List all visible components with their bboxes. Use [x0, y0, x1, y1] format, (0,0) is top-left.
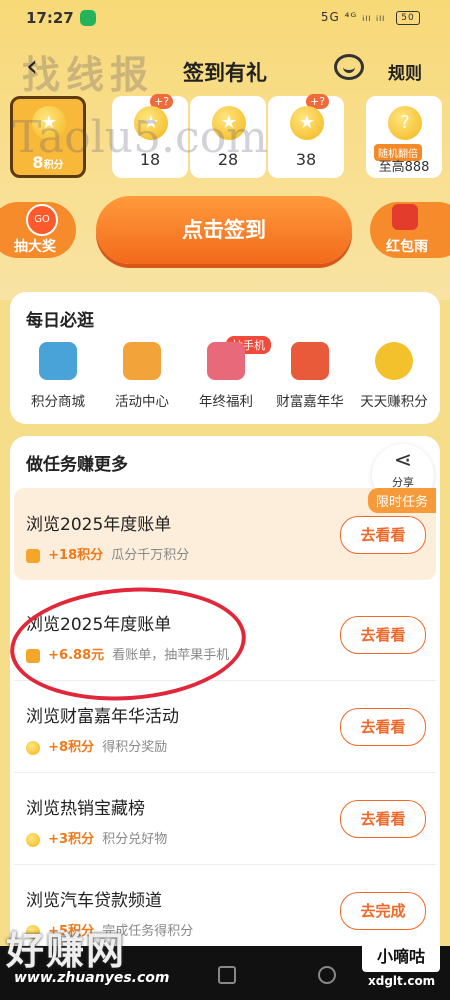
carnival-icon [291, 342, 329, 380]
daily-item-earn-points[interactable]: 天天赚积分 [352, 342, 436, 410]
task-card: 做任务赚更多 ⋖ 分享 限时任务 浏览2025年度账单 +18积分 瓜分千万积分… [10, 436, 440, 996]
mystery-coin-icon: ? [388, 106, 422, 140]
task-section-title: 做任务赚更多 [26, 455, 128, 475]
red-rain-button[interactable]: 红包雨 [370, 202, 450, 258]
lottery-button[interactable]: GO 抽大奖 [0, 202, 76, 258]
wechat-icon [80, 10, 96, 26]
watermark-middle: Taolu5.com [12, 112, 268, 163]
phone-icon [39, 342, 77, 380]
red-envelope-icon [392, 204, 418, 230]
task-go-button[interactable]: 去看看 [340, 800, 426, 838]
header: ‹ 签到有礼 规则 [0, 40, 450, 96]
battery-icon: 50 [396, 10, 420, 25]
page-title: 签到有礼 [183, 61, 267, 85]
rules-link[interactable]: 规则 [388, 59, 422, 84]
gift-icon [123, 342, 161, 380]
task-name: 浏览热销宝藏榜 [26, 799, 145, 819]
customer-service-icon[interactable] [334, 54, 364, 80]
task-go-button[interactable]: 去看看 [340, 616, 426, 654]
status-bar: 17:27 5G ⁴ᴳ ᵢₗₗ ᵢₗₗ 50 [0, 0, 450, 36]
coin-icon [375, 342, 413, 380]
action-row: GO 抽大奖 点击签到 红包雨 [0, 196, 450, 268]
watermark-bottom-right: 小嘀咕 [362, 942, 440, 972]
lottery-icon: GO [26, 204, 58, 236]
daily-item-label: 年终福利 [199, 394, 253, 410]
task-complete-button[interactable]: 去完成 [340, 892, 426, 930]
daily-item-label: 财富嘉年华 [276, 394, 344, 410]
coin-icon [26, 740, 40, 755]
limited-task-tag: 限时任务 [367, 488, 436, 513]
task-reward: +3积分 积分兑好物 [26, 828, 167, 847]
task-go-button[interactable]: 去看看 [340, 516, 426, 554]
status-time: 17:27 [26, 9, 74, 27]
book-icon [207, 342, 245, 380]
daily-item-label: 天天赚积分 [360, 394, 428, 410]
daily-item-label: 积分商城 [31, 394, 85, 410]
bill-icon [26, 548, 40, 563]
back-button-icon[interactable] [318, 966, 336, 984]
daily-item-wealth-carnival[interactable]: 财富嘉年华 [268, 342, 352, 410]
lottery-label: 抽大奖 [14, 239, 56, 255]
checkin-button[interactable]: 点击签到 [96, 196, 352, 264]
signal-icons: 5G ⁴ᴳ ᵢₗₗ ᵢₗₗ [320, 10, 386, 24]
task-reward: +18积分 瓜分千万积分 [26, 544, 189, 563]
home-button-icon[interactable] [218, 966, 236, 984]
watermark-bottom-right-url: xdglt.com [368, 974, 436, 988]
task-row: 浏览热销宝藏榜 +3积分 积分兑好物 去看看 [14, 772, 436, 865]
day-card-bonus: ? 随机翻倍 至高888 [366, 96, 442, 178]
task-row: 限时任务 浏览2025年度账单 +18积分 瓜分千万积分 去看看 [14, 488, 436, 580]
coin-icon [26, 832, 40, 847]
watermark-bottom-url: www.zhuanyes.com [14, 970, 170, 986]
coin-icon: ★ [290, 106, 324, 140]
task-reward: +8积分 得积分奖励 [26, 736, 167, 755]
watermark-bottom: 好赚网 [6, 929, 127, 973]
day-points: 38 [295, 150, 317, 169]
daily-item-activity-center[interactable]: 活动中心 [100, 342, 184, 410]
status-indicators: 5G ⁴ᴳ ᵢₗₗ ᵢₗₗ 50 [321, 10, 420, 25]
daily-item-label: 活动中心 [115, 394, 169, 410]
task-name: 浏览财富嘉年华活动 [26, 707, 179, 727]
red-rain-label: 红包雨 [386, 239, 428, 255]
task-name: 浏览2025年度账单 [26, 515, 172, 535]
day-card: +? ★ 38 [268, 94, 344, 178]
task-name: 浏览汽车贷款频道 [26, 891, 162, 911]
task-go-button[interactable]: 去看看 [340, 708, 426, 746]
daily-item-points-mall[interactable]: 积分商城 [16, 342, 100, 410]
share-icon: ⋖ [393, 448, 413, 473]
day-points: 至高888 [378, 160, 430, 175]
daily-card: 每日必逛 抽手机 积分商城 活动中心 年终福利 财富嘉年华 天天赚积分 [10, 292, 440, 424]
daily-item-year-end-welfare[interactable]: 年终福利 [184, 342, 268, 410]
daily-title: 每日必逛 [26, 311, 94, 331]
